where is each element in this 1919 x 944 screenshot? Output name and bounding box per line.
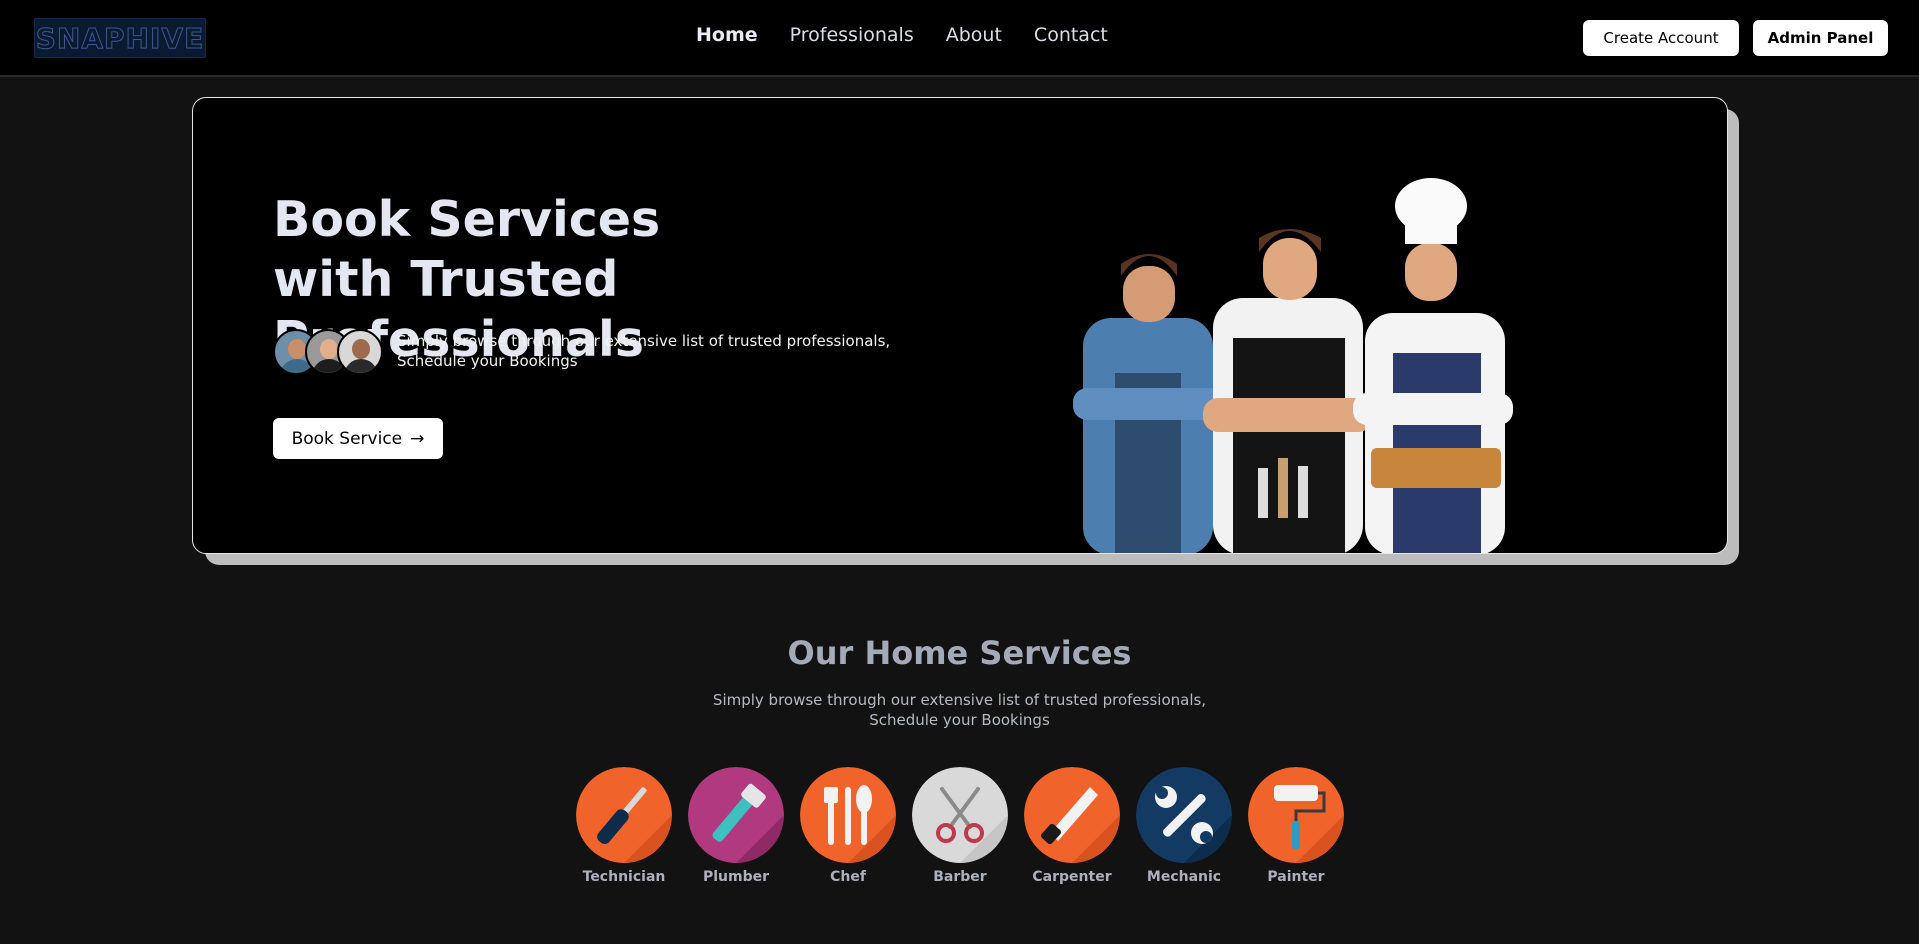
services-subtitle-line2: Schedule your Bookings: [869, 711, 1050, 729]
service-label: Carpenter: [1032, 869, 1112, 885]
service-label: Painter: [1267, 869, 1325, 885]
service-label: Plumber: [702, 869, 770, 885]
professional-figure: [1203, 229, 1373, 553]
nav-link-home[interactable]: Home: [696, 24, 758, 46]
nav-link-about[interactable]: About: [946, 24, 1002, 46]
admin-panel-button[interactable]: Admin Panel: [1753, 20, 1888, 56]
services-title: Our Home Services: [787, 634, 1132, 672]
avatar: [337, 329, 383, 375]
cutlery-icon: [800, 767, 896, 863]
hero-subtitle: Simply browse through our extensive list…: [397, 331, 917, 371]
service-painter[interactable]: Painter: [1248, 767, 1344, 885]
service-chef[interactable]: Chef: [800, 767, 896, 885]
hero-banner: Book Services with Trusted Professionals…: [192, 97, 1728, 554]
wrench-icon: [1136, 767, 1232, 863]
services-subtitle: Simply browse through our extensive list…: [0, 690, 1919, 730]
service-label: Mechanic: [1146, 869, 1222, 885]
nav-link-professionals[interactable]: Professionals: [790, 24, 914, 46]
saw-icon: [1024, 767, 1120, 863]
create-account-button[interactable]: Create Account: [1583, 20, 1739, 56]
service-barber[interactable]: Barber: [912, 767, 1008, 885]
services-list: Technician Plumber Chef Barber Carpenter…: [576, 767, 1344, 885]
book-service-button[interactable]: Book Service →: [273, 418, 443, 459]
professionals-illustration: [1073, 178, 1513, 553]
brand-logo[interactable]: SNAPHIVE: [34, 18, 206, 58]
navbar: SNAPHIVE Home Professionals About Contac…: [0, 0, 1919, 77]
scissors-icon: [912, 767, 1008, 863]
professional-figure: [1073, 254, 1223, 553]
service-plumber[interactable]: Plumber: [688, 767, 784, 885]
pipe-wrench-icon: [688, 767, 784, 863]
hero-subtitle-line2: Schedule your Bookings: [397, 352, 578, 370]
book-service-label: Book Service: [291, 428, 403, 449]
service-label: Technician: [582, 869, 666, 885]
service-technician[interactable]: Technician: [576, 767, 672, 885]
avatar-group: [273, 329, 383, 375]
professional-figure: [1353, 178, 1513, 553]
paint-roller-icon: [1248, 767, 1344, 863]
service-mechanic[interactable]: Mechanic: [1136, 767, 1232, 885]
service-label: Chef: [830, 869, 866, 885]
service-carpenter[interactable]: Carpenter: [1024, 767, 1120, 885]
screwdriver-icon: [576, 767, 672, 863]
nav-link-contact[interactable]: Contact: [1034, 24, 1108, 46]
main-nav: Home Professionals About Contact: [696, 24, 1108, 46]
service-label: Barber: [933, 869, 987, 885]
arrow-right-icon: →: [410, 428, 425, 449]
hero-title-line1: Book Services: [273, 191, 661, 248]
services-subtitle-line1: Simply browse through our extensive list…: [712, 691, 1207, 709]
hero-subtitle-line1: Simply browse through our extensive list…: [397, 332, 891, 350]
